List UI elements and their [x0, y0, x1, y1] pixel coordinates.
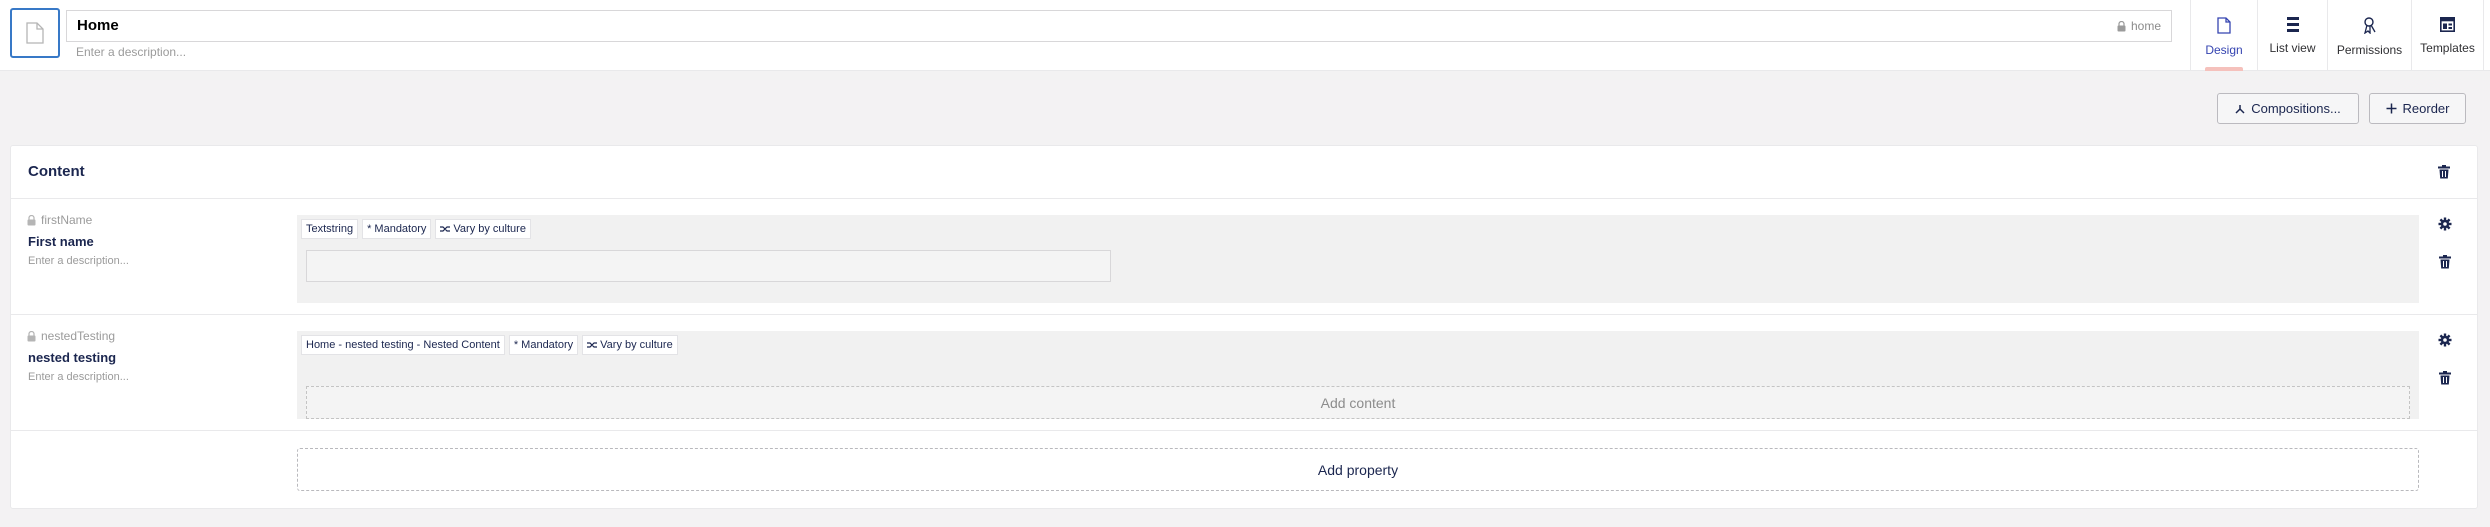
property-name[interactable]: nested testing [28, 350, 116, 365]
reorder-button-label: Reorder [2402, 101, 2450, 116]
tab-templates[interactable]: Templates [2412, 0, 2484, 71]
delete-group-button[interactable] [2435, 163, 2453, 181]
document-type-name-value: Home [77, 17, 119, 34]
alias-value: home [2130, 19, 2161, 33]
textstring-preview-input [306, 250, 1111, 282]
property-delete-button[interactable] [2436, 253, 2454, 271]
property-delete-button[interactable] [2436, 369, 2454, 387]
group-header: Content [11, 146, 2477, 199]
vary-by-culture-tag: Vary by culture [435, 219, 531, 239]
editor-header: Home home Enter a description... Design … [0, 0, 2490, 71]
property-alias[interactable]: nestedTesting [27, 329, 115, 343]
editor-type-tag: Home - nested testing - Nested Content [301, 335, 505, 355]
editor-type-tag: Textstring [301, 219, 359, 239]
property-row: firstName First name Enter a description… [11, 199, 2477, 315]
property-name[interactable]: First name [28, 234, 94, 249]
property-alias[interactable]: firstName [27, 213, 92, 227]
document-type-name-input[interactable]: Home home [66, 10, 2172, 42]
property-alias-value: nestedTesting [41, 329, 116, 343]
document-type-description-input[interactable]: Enter a description... [76, 45, 186, 59]
lock-icon [2117, 20, 2126, 31]
tab-design-label: Design [2205, 43, 2243, 57]
tab-list-view[interactable]: List view [2258, 0, 2328, 71]
property-settings-button[interactable] [2436, 215, 2454, 233]
property-tags: Home - nested testing - Nested Content *… [301, 335, 678, 355]
property-description-input[interactable]: Enter a description... [28, 371, 129, 383]
trash-icon [2439, 371, 2451, 385]
tab-design[interactable]: Design [2191, 0, 2258, 71]
compositions-button[interactable]: Compositions... [2217, 93, 2359, 124]
property-description-input[interactable]: Enter a description... [28, 255, 129, 267]
alias-field[interactable]: home [2117, 11, 2161, 41]
document-icon [2217, 17, 2231, 34]
shuffle-icon [587, 342, 598, 348]
property-settings-button[interactable] [2436, 331, 2454, 349]
property-alias-value: firstName [41, 213, 93, 227]
merge-icon [2235, 104, 2245, 114]
property-group-content: Content firstName First name Enter a des… [10, 145, 2478, 509]
shuffle-icon [440, 226, 451, 232]
add-property-button[interactable]: Add property [297, 448, 2419, 491]
document-type-icon-picker[interactable] [10, 8, 60, 58]
sub-view-tabs: Design List view Permissions Templates [2190, 0, 2484, 71]
vary-by-culture-label: Vary by culture [600, 339, 673, 351]
group-title[interactable]: Content [28, 163, 85, 180]
property-row: nestedTesting nested testing Enter a des… [11, 315, 2477, 431]
document-icon [26, 22, 44, 44]
list-icon [2286, 17, 2299, 32]
lock-icon [27, 330, 36, 341]
move-icon [2386, 103, 2397, 114]
add-content-preview: Add content [306, 386, 2410, 419]
property-editor-preview[interactable]: Textstring * Mandatory Vary by culture [297, 215, 2419, 303]
permissions-icon [2363, 17, 2376, 34]
mandatory-tag: * Mandatory [508, 335, 579, 355]
vary-by-culture-tag: Vary by culture [582, 335, 678, 355]
gear-icon [2438, 217, 2452, 231]
compositions-button-label: Compositions... [2251, 101, 2341, 116]
tab-permissions-label: Permissions [2336, 43, 2403, 57]
gear-icon [2438, 333, 2452, 347]
templates-icon [2440, 17, 2455, 32]
tab-templates-label: Templates [2420, 41, 2475, 55]
property-tags: Textstring * Mandatory Vary by culture [301, 219, 531, 239]
tab-list-view-label: List view [2269, 41, 2316, 55]
trash-icon [2439, 255, 2451, 269]
vary-by-culture-label: Vary by culture [453, 223, 526, 235]
tab-permissions[interactable]: Permissions [2328, 0, 2412, 71]
mandatory-tag: * Mandatory [362, 219, 432, 239]
reorder-button[interactable]: Reorder [2369, 93, 2466, 124]
lock-icon [27, 214, 36, 225]
trash-icon [2438, 165, 2450, 179]
property-editor-preview[interactable]: Home - nested testing - Nested Content *… [297, 331, 2419, 419]
